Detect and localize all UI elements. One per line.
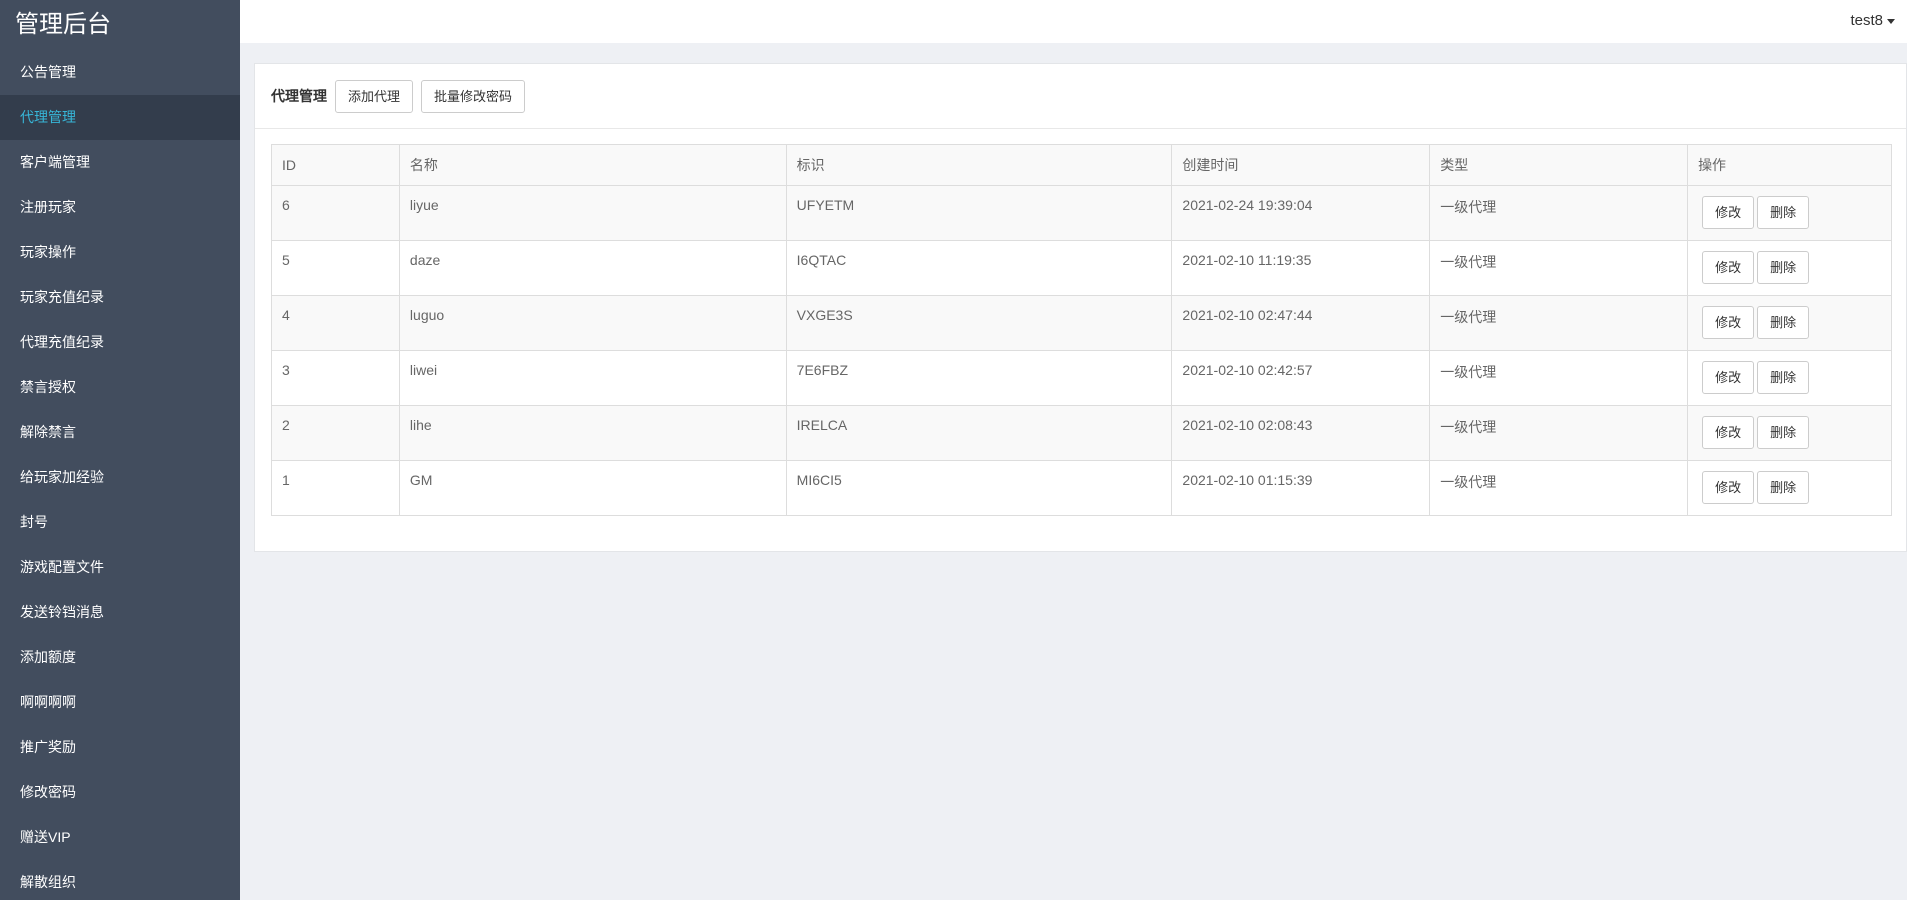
cell-id: 3 xyxy=(271,350,400,406)
cell-actions: 修改 删除 xyxy=(1687,350,1892,406)
sidebar-item-agent-recharge-records[interactable]: 代理充值纪录 xyxy=(0,320,240,365)
sidebar-item-agents[interactable]: 代理管理 xyxy=(0,95,240,140)
sidebar-item-mute-authorization[interactable]: 禁言授权 xyxy=(0,365,240,410)
sidebar-item-clients[interactable]: 客户端管理 xyxy=(0,140,240,185)
column-header-actions: 操作 xyxy=(1687,144,1892,186)
column-header-name: 名称 xyxy=(398,144,787,186)
cell-actions: 修改 删除 xyxy=(1687,185,1892,241)
user-menu[interactable]: test8 xyxy=(1850,12,1895,29)
cell-name: liyue xyxy=(398,185,787,241)
cell-code: MI6CI5 xyxy=(785,460,1173,516)
table-row: 3 liwei 7E6FBZ 2021-02-10 02:42:57 一级代理 … xyxy=(271,350,1892,406)
edit-button[interactable]: 修改 xyxy=(1702,416,1755,449)
sidebar-item-announcements[interactable]: 公告管理 xyxy=(0,50,240,95)
add-agent-button[interactable]: 添加代理 xyxy=(335,79,414,113)
cell-type: 一级代理 xyxy=(1429,240,1689,296)
sidebar-item-player-operations[interactable]: 玩家操作 xyxy=(0,230,240,275)
table-row: 2 lihe IRELCA 2021-02-10 02:08:43 一级代理 修… xyxy=(271,405,1892,461)
cell-created: 2021-02-10 02:42:57 xyxy=(1171,350,1431,406)
table-row: 1 GM MI6CI5 2021-02-10 01:15:39 一级代理 修改删… xyxy=(271,460,1892,516)
cell-type: 一级代理 xyxy=(1429,185,1689,241)
cell-id: 4 xyxy=(271,295,400,351)
cell-code: UFYETM xyxy=(785,185,1173,241)
cell-actions: 修改 删除 xyxy=(1687,460,1892,516)
sidebar: 管理后台 公告管理 代理管理 客户端管理 注册玩家 玩家操作 玩家充值纪录 代理… xyxy=(0,0,240,900)
app-title: 管理后台 xyxy=(15,11,111,38)
column-header-code: 标识 xyxy=(785,144,1173,186)
edit-button[interactable]: 修改 xyxy=(1702,196,1755,229)
sidebar-item-send-bell-message[interactable]: 发送铃铛消息 xyxy=(0,590,240,635)
column-header-id: ID xyxy=(271,144,400,186)
cell-code: I6QTAC xyxy=(785,240,1173,296)
sidebar-menu: 公告管理 代理管理 客户端管理 注册玩家 玩家操作 玩家充值纪录 代理充值纪录 … xyxy=(0,50,240,900)
cell-code: VXGE3S xyxy=(785,295,1173,351)
edit-button[interactable]: 修改 xyxy=(1702,251,1755,284)
cell-type: 一级代理 xyxy=(1429,460,1689,516)
caret-down-icon xyxy=(1887,18,1895,24)
username: test8 xyxy=(1850,12,1883,29)
cell-created: 2021-02-10 11:19:35 xyxy=(1171,240,1431,296)
sidebar-item-unmute[interactable]: 解除禁言 xyxy=(0,410,240,455)
cell-name: liwei xyxy=(398,350,787,406)
panel-header: 代理管理 添加代理 批量修改密码 xyxy=(255,64,1906,129)
sidebar-item-add-experience[interactable]: 给玩家加经验 xyxy=(0,455,240,500)
sidebar-item-registered-players[interactable]: 注册玩家 xyxy=(0,185,240,230)
cell-created: 2021-02-10 02:47:44 xyxy=(1171,295,1431,351)
sidebar-item-aaaa[interactable]: 啊啊啊啊 xyxy=(0,680,240,725)
cell-code: 7E6FBZ xyxy=(785,350,1173,406)
edit-button[interactable]: 修改 xyxy=(1702,306,1755,339)
edit-button[interactable]: 修改 xyxy=(1702,361,1755,394)
page-title: 代理管理 xyxy=(271,88,327,104)
cell-name: lihe xyxy=(398,405,787,461)
sidebar-item-promotion-rewards[interactable]: 推广奖励 xyxy=(0,725,240,770)
table-row: 4 luguo VXGE3S 2021-02-10 02:47:44 一级代理 … xyxy=(271,295,1892,351)
sidebar-item-add-quota[interactable]: 添加额度 xyxy=(0,635,240,680)
cell-actions: 修改 删除 xyxy=(1687,295,1892,351)
sidebar-item-disband-organization[interactable]: 解散组织 xyxy=(0,860,240,900)
cell-id: 2 xyxy=(271,405,400,461)
cell-id: 6 xyxy=(271,185,400,241)
sidebar-item-ban-account[interactable]: 封号 xyxy=(0,500,240,545)
cell-id: 5 xyxy=(271,240,400,296)
cell-name: daze xyxy=(398,240,787,296)
cell-name: GM xyxy=(398,460,787,516)
cell-type: 一级代理 xyxy=(1429,350,1689,406)
delete-button[interactable]: 删除 xyxy=(1757,416,1810,449)
top-bar: test8 xyxy=(240,0,1907,43)
cell-actions: 修改 删除 xyxy=(1687,405,1892,461)
sidebar-item-gift-vip[interactable]: 赠送VIP xyxy=(0,815,240,860)
table-row: 6 liyue UFYETM 2021-02-24 19:39:04 一级代理 … xyxy=(271,185,1892,241)
edit-button[interactable]: 修改 xyxy=(1702,471,1755,504)
agents-panel: 代理管理 添加代理 批量修改密码 ID 名称 标识 创建时间 类型 操作 6 l… xyxy=(254,63,1907,552)
agents-table: ID 名称 标识 创建时间 类型 操作 6 liyue UFYETM 2021-… xyxy=(271,144,1892,516)
sidebar-item-game-config[interactable]: 游戏配置文件 xyxy=(0,545,240,590)
cell-created: 2021-02-10 02:08:43 xyxy=(1171,405,1431,461)
cell-type: 一级代理 xyxy=(1429,295,1689,351)
sidebar-item-player-recharge-records[interactable]: 玩家充值纪录 xyxy=(0,275,240,320)
cell-actions: 修改 删除 xyxy=(1687,240,1892,296)
delete-button[interactable]: 删除 xyxy=(1757,196,1810,229)
batch-change-password-button[interactable]: 批量修改密码 xyxy=(421,79,526,113)
table-header-row: ID 名称 标识 创建时间 类型 操作 xyxy=(271,144,1892,186)
delete-button[interactable]: 删除 xyxy=(1757,306,1810,339)
delete-button[interactable]: 删除 xyxy=(1757,251,1810,284)
cell-name: luguo xyxy=(398,295,787,351)
delete-button[interactable]: 删除 xyxy=(1757,471,1810,504)
cell-created: 2021-02-10 01:15:39 xyxy=(1171,460,1431,516)
cell-id: 1 xyxy=(271,460,400,516)
cell-type: 一级代理 xyxy=(1429,405,1689,461)
column-header-created: 创建时间 xyxy=(1171,144,1431,186)
column-header-type: 类型 xyxy=(1429,144,1689,186)
delete-button[interactable]: 删除 xyxy=(1757,361,1810,394)
cell-code: IRELCA xyxy=(785,405,1173,461)
cell-created: 2021-02-24 19:39:04 xyxy=(1171,185,1431,241)
table-row: 5 daze I6QTAC 2021-02-10 11:19:35 一级代理 修… xyxy=(271,240,1892,296)
sidebar-item-change-password[interactable]: 修改密码 xyxy=(0,770,240,815)
